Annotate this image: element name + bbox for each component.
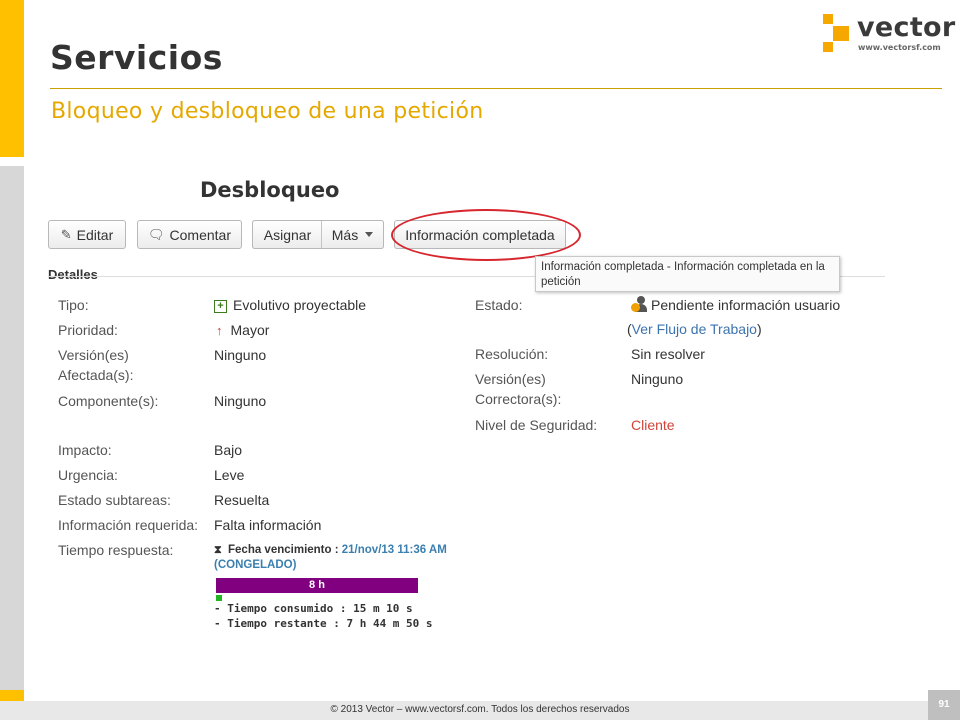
details-heading: Detalles: [48, 267, 98, 282]
component-label: Componente(s):: [58, 393, 159, 409]
subtask-status-label: Estado subtareas:: [58, 492, 171, 508]
affected-version-value: Ninguno: [214, 347, 267, 363]
chevron-down-icon: [365, 232, 374, 237]
assign-button[interactable]: Asignar: [252, 220, 322, 249]
priority-value: ↑ Mayor: [216, 320, 269, 341]
type-label: Tipo:: [58, 297, 89, 313]
comment-button-label: Comentar: [169, 226, 231, 243]
sla-time-bar: 8 h: [216, 578, 418, 593]
logo-square-top: [823, 14, 833, 24]
edit-button[interactable]: ✎ Editar: [48, 220, 126, 249]
affected-version-label-line2: Afectada(s):: [58, 367, 134, 383]
workflow-link-row: (Ver Flujo de Trabajo): [627, 319, 762, 339]
footer-copyright: © 2013 Vector – www.vectorsf.com. Todos …: [330, 704, 630, 715]
hourglass-icon: ⧗: [214, 544, 222, 556]
left-accent-yellow: [0, 0, 24, 157]
comment-button[interactable]: 🗨 Comentar: [137, 220, 242, 249]
left-accent-bar: [0, 0, 24, 720]
impact-label: Impacto:: [58, 442, 112, 458]
sla-status: (CONGELADO): [214, 559, 297, 571]
resolution-label: Resolución:: [475, 346, 549, 362]
edit-button-label: Editar: [76, 226, 114, 243]
vector-logo: vector www.vectorsf.com: [820, 12, 955, 56]
pencil-icon: ✎: [60, 226, 72, 242]
sla-due-label: Fecha vencimiento :: [228, 544, 339, 556]
comment-icon: 🗨: [148, 226, 165, 242]
status-value: Pendiente información usuario: [631, 295, 840, 315]
highlight-ellipse-annotation: [391, 209, 581, 261]
priority-label: Prioridad:: [58, 322, 118, 338]
sla-due-time: 11:36 AM: [397, 544, 447, 556]
sla-due-row: ⧗ Fecha vencimiento : 21/nov/13 11:36 AM: [214, 542, 474, 558]
affected-version-label-line1: Versión(es): [58, 347, 129, 363]
info-required-value: Falta información: [214, 517, 322, 533]
workflow-paren-close: ): [756, 321, 762, 337]
sla-due-date: 21/nov/13: [341, 544, 395, 556]
plus-icon: +: [214, 300, 227, 313]
urgency-label: Urgencia:: [58, 467, 118, 483]
logo-url: www.vectorsf.com: [858, 43, 941, 52]
sla-time-consumed: - Tiempo consumido : 15 m 10 s: [214, 602, 413, 615]
component-value: Ninguno: [214, 393, 267, 409]
left-accent-gap: [0, 157, 24, 166]
more-dropdown-button[interactable]: Más: [322, 220, 384, 249]
slide-title: Servicios: [50, 38, 223, 77]
button-tooltip: Información completada - Información com…: [535, 256, 840, 292]
type-value-text: Evolutivo proyectable: [233, 297, 367, 313]
user-pending-icon: [631, 296, 647, 312]
logo-square-bottom: [823, 42, 833, 52]
subtask-status-value: Resuelta: [214, 492, 270, 508]
slide-subtitle: Bloqueo y desbloqueo de una petición: [51, 99, 484, 124]
sla-progress-bar: [216, 595, 222, 601]
response-time-label: Tiempo respuesta:: [58, 542, 174, 558]
more-button-label: Más: [331, 226, 359, 243]
security-level-value: Cliente: [631, 417, 675, 433]
type-value: + Evolutivo proyectable: [214, 295, 366, 315]
section-heading: Desbloqueo: [200, 178, 340, 202]
info-required-label: Información requerida:: [58, 517, 199, 533]
security-level-label: Nivel de Seguridad:: [475, 417, 598, 433]
page-number: 91: [938, 699, 950, 710]
impact-value: Bajo: [214, 442, 243, 458]
priority-value-text: Mayor: [230, 322, 270, 338]
sla-panel: ⧗ Fecha vencimiento : 21/nov/13 11:36 AM …: [214, 542, 474, 630]
resolution-value: Sin resolver: [631, 346, 705, 362]
status-label: Estado:: [475, 297, 523, 313]
sla-time-remaining: - Tiempo restante : 7 h 44 m 50 s: [214, 617, 433, 630]
fix-version-label-line2: Correctora(s):: [475, 391, 562, 407]
arrow-up-icon: ↑: [216, 323, 223, 338]
fix-version-value: Ninguno: [631, 371, 684, 387]
urgency-value: Leve: [214, 467, 245, 483]
assign-button-label: Asignar: [263, 226, 312, 243]
title-divider: [50, 88, 942, 89]
fix-version-label-line1: Versión(es): [475, 371, 546, 387]
status-value-text: Pendiente información usuario: [651, 297, 841, 313]
view-workflow-link[interactable]: Ver Flujo de Trabajo: [632, 321, 757, 337]
logo-name: vector: [857, 12, 956, 43]
logo-square-mid: [833, 26, 849, 41]
